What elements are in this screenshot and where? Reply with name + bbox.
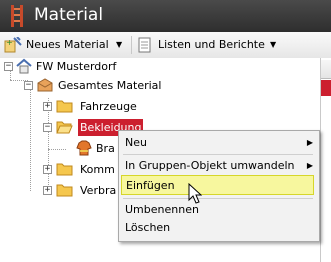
folder-icon [56, 163, 73, 176]
context-menu: Neu ▶ In Gruppen-Objekt umwandeln ▶ Einf… [118, 130, 320, 242]
menu-item-paste[interactable]: Einfügen [121, 175, 314, 195]
chevron-down-icon: ▼ [270, 40, 277, 49]
window-titlebar: Material [0, 0, 331, 32]
new-material-button[interactable]: + Neues Material ▼ [4, 36, 128, 54]
submenu-arrow-icon: ▶ [306, 138, 313, 147]
collapse-icon[interactable]: − [24, 81, 33, 90]
menu-item-convert-group[interactable]: In Gruppen-Objekt umwandeln ▶ [119, 156, 319, 175]
document-icon [138, 37, 151, 53]
ladder-icon [11, 5, 23, 27]
menu-item-new[interactable]: Neu ▶ [119, 133, 319, 152]
menu-item-label: In Gruppen-Objekt umwandeln [125, 159, 295, 172]
tree-label: Fahrzeuge [80, 100, 137, 113]
folder-icon [56, 100, 73, 113]
svg-text:+: + [6, 38, 13, 47]
tree-guide-line [48, 149, 66, 150]
open-folder-icon [56, 121, 73, 134]
tree-label: Bra [96, 142, 115, 155]
house-icon [16, 58, 32, 74]
folder-icon [56, 184, 73, 197]
window-title: Material [34, 5, 104, 25]
lists-reports-button[interactable]: Listen und Berichte ▼ [138, 36, 280, 54]
toolbar: + Neues Material ▼ Listen und Berichte ▼ [0, 32, 331, 59]
tree-label: Verbra [80, 184, 117, 197]
menu-separator [123, 154, 313, 155]
menu-separator [123, 198, 313, 199]
new-material-icon: + [4, 37, 22, 53]
detail-panel-selected-row [321, 80, 331, 96]
menu-item-delete[interactable]: Löschen [119, 218, 319, 237]
detail-panel-header [321, 60, 331, 79]
open-box-icon [37, 78, 53, 92]
detail-panel-edge [320, 58, 331, 262]
expand-icon[interactable]: + [43, 165, 52, 174]
menu-item-label: Löschen [125, 221, 171, 234]
tree-label: FW Musterdorf [36, 60, 117, 73]
chevron-down-icon: ▼ [116, 40, 123, 49]
menu-item-label: Neu [125, 136, 147, 149]
lists-reports-label: Listen und Berichte [158, 38, 265, 51]
tree-label: Komm [80, 163, 115, 176]
tree-guide-line [30, 86, 31, 191]
collapse-icon[interactable]: − [43, 123, 52, 132]
mouse-cursor-icon [188, 183, 202, 204]
toolbar-divider [131, 36, 132, 54]
submenu-arrow-icon: ▶ [306, 161, 313, 170]
tree-label: Gesamtes Material [58, 79, 162, 92]
menu-item-rename[interactable]: Umbenennen [119, 200, 319, 219]
menu-item-label: Einfügen [126, 179, 175, 192]
expand-icon[interactable]: + [43, 186, 52, 195]
tree-guide-line [48, 98, 49, 189]
tree-guide-line [10, 70, 11, 80]
new-material-label: Neues Material [26, 38, 109, 51]
jacket-icon [76, 140, 92, 156]
expand-icon[interactable]: + [43, 102, 52, 111]
collapse-icon[interactable]: − [4, 62, 13, 71]
